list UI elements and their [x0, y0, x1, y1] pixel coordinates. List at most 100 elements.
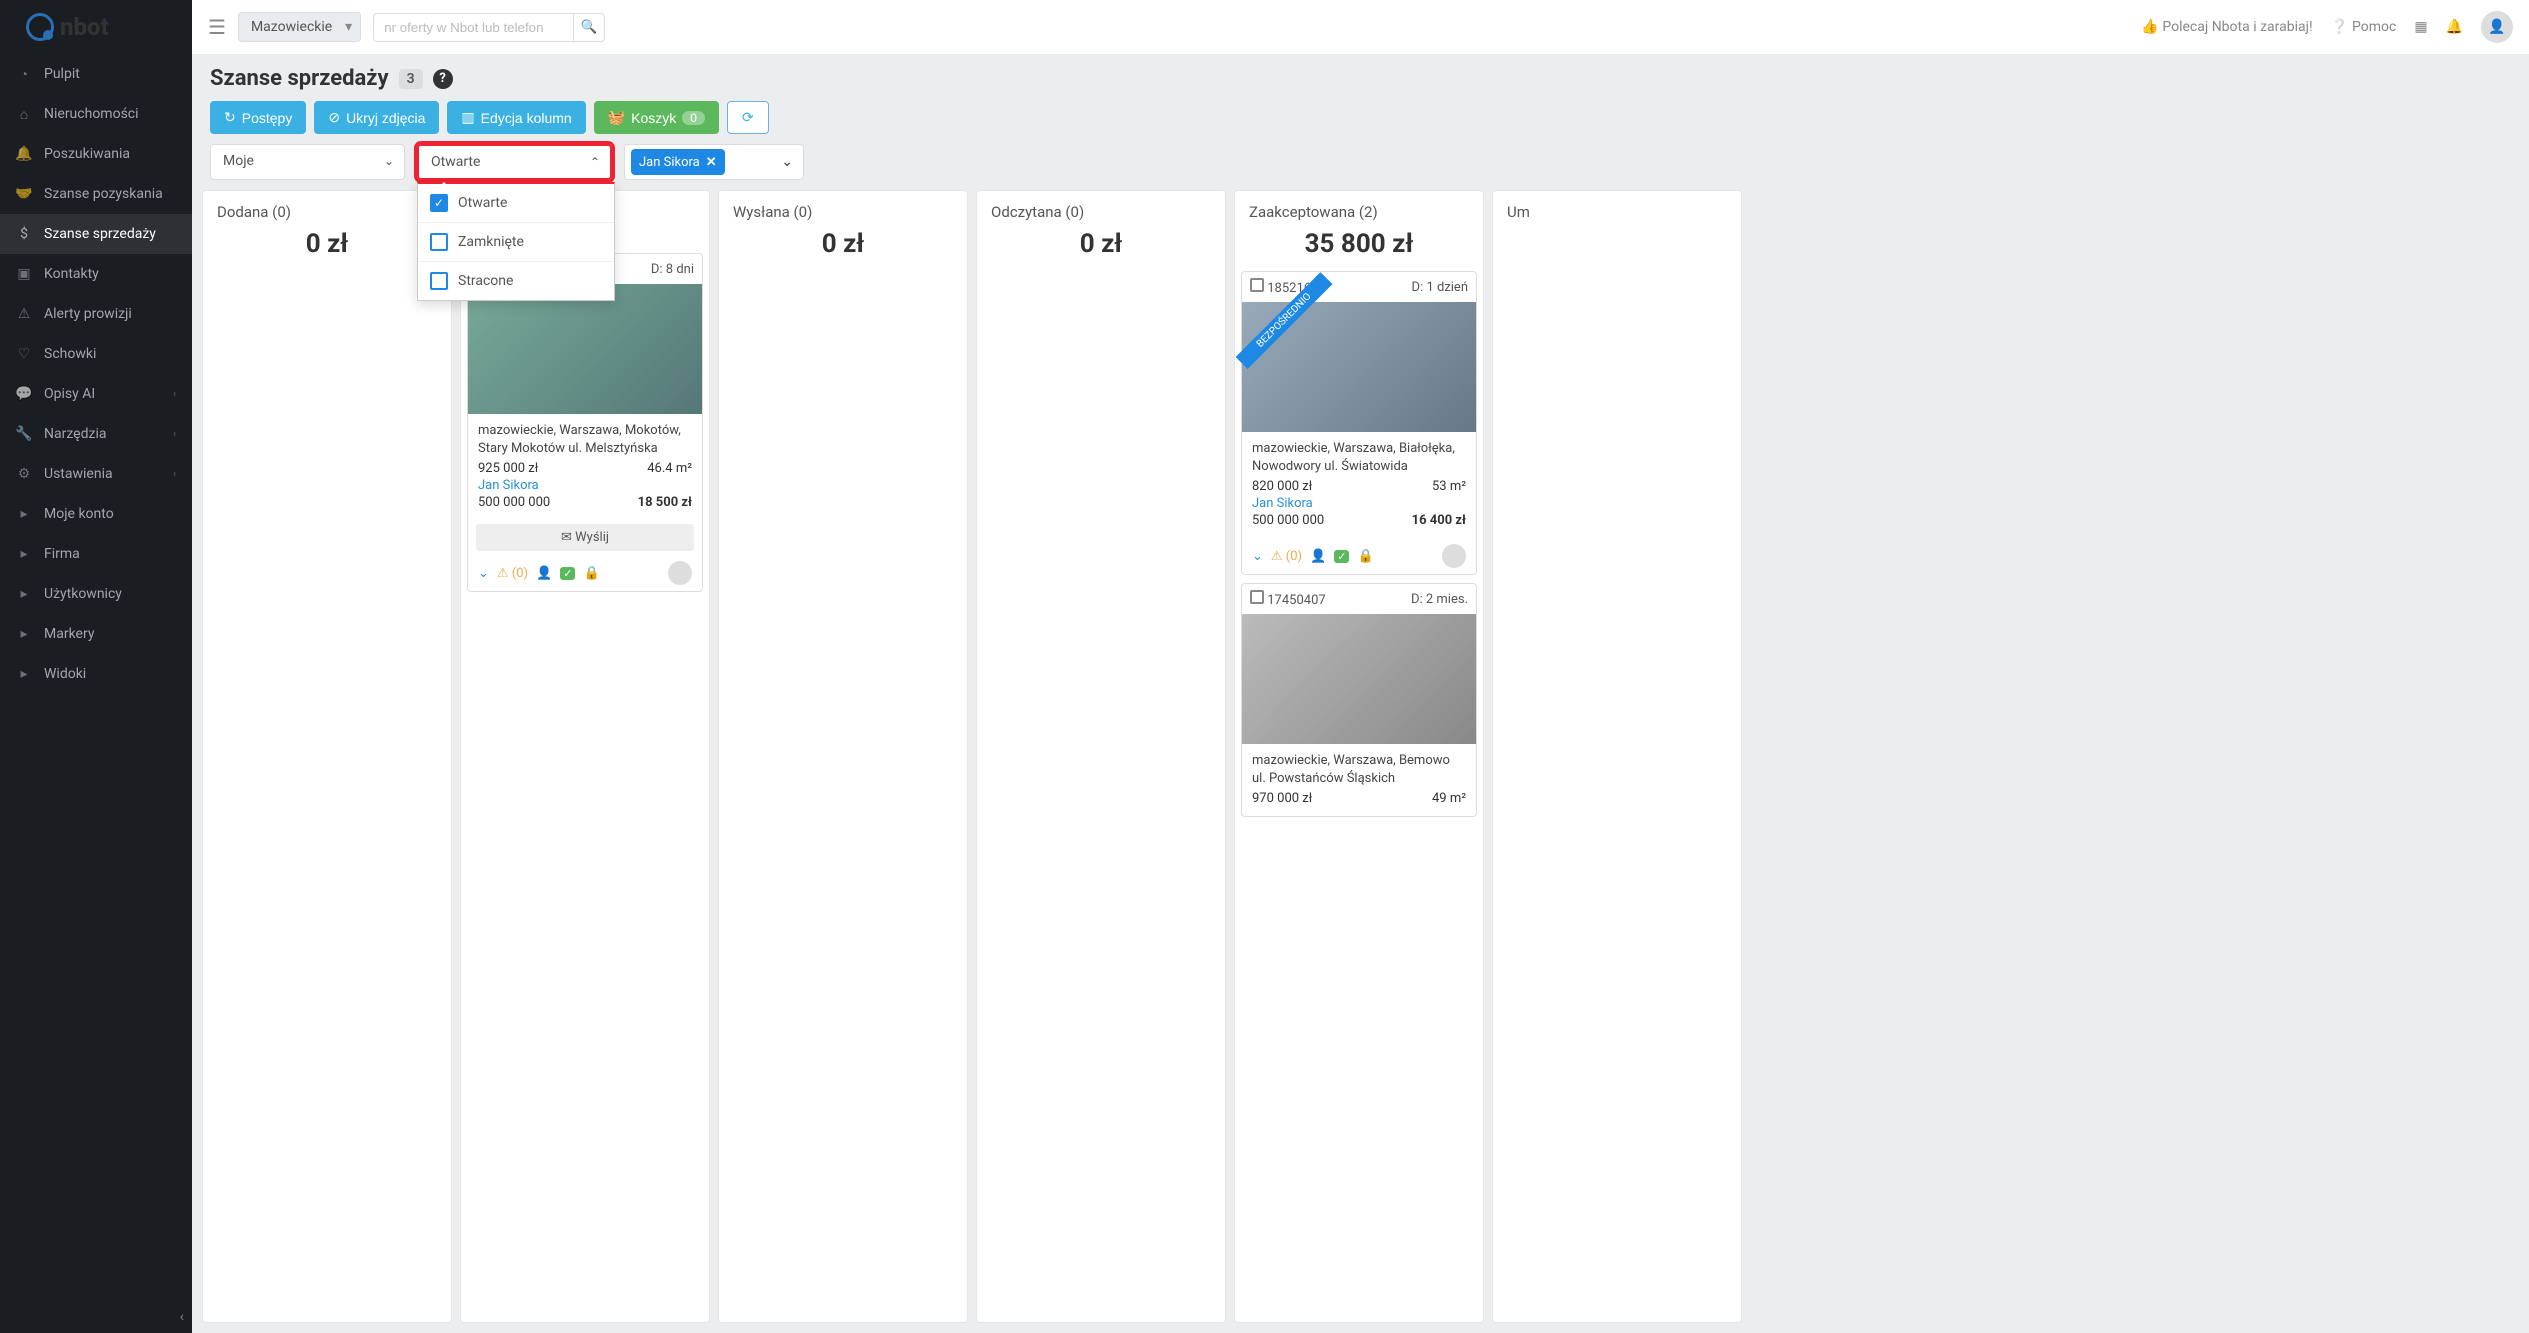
chevron-down-icon: ⌄ [781, 154, 793, 170]
calendar-icon[interactable]: ▦ [2414, 19, 2427, 35]
search-input[interactable] [373, 13, 573, 42]
hide-photos-button[interactable]: ⊘Ukryj zdjęcia [314, 101, 439, 134]
eye-off-icon: ⊘ [328, 109, 340, 126]
home-icon: ⌂ [16, 106, 32, 122]
chevron-left-icon: ‹ [173, 389, 176, 400]
wrench-icon: 🔧 [16, 426, 32, 442]
user-icon: 👤 [1310, 549, 1326, 564]
sidebar-item-moje-konto[interactable]: ▸Moje konto [0, 494, 192, 534]
sidebar-item-użytkownicy[interactable]: ▸Użytkownicy [0, 574, 192, 614]
column-title: Um [1507, 203, 1727, 221]
sidebar-collapse[interactable]: ‹ [180, 1309, 184, 1325]
card-id: 17450407 [1267, 593, 1325, 608]
topbar: nbot ☰ Mazowieckie 🔍 👍Polecaj Nbota i za… [192, 0, 2529, 54]
sidebar-item-label: Firma [44, 546, 80, 562]
card-location: mazowieckie, Warszawa, Mokotów, Stary Mo… [478, 422, 692, 457]
logo-icon [26, 13, 54, 41]
refer-link[interactable]: 👍Polecaj Nbota i zarabiaj! [2141, 19, 2313, 35]
card-age: D: 8 dni [651, 262, 694, 277]
sidebar-item-kontakty[interactable]: ▣Kontakty [0, 254, 192, 294]
option-label: Otwarte [458, 195, 507, 211]
card-image: BEZPOŚREDNIO [1242, 302, 1476, 432]
card-commission: 18 500 zł [638, 495, 692, 510]
caret-icon: ▸ [16, 506, 32, 522]
sidebar-item-narzędzia[interactable]: 🔧Narzędzia‹ [0, 414, 192, 454]
checkbox-icon [430, 272, 448, 290]
sidebar-item-nieruchomości[interactable]: ⌂Nieruchomości [0, 94, 192, 134]
sidebar-item-markery[interactable]: ▸Markery [0, 614, 192, 654]
listing-card[interactable]: D: 8 dni mazowieckie, Warszawa, Mokotów,… [467, 253, 703, 592]
status-filter[interactable]: Otwarte⌃ ✓OtwarteZamknięteStracone [417, 144, 612, 180]
chat-icon: 💬 [16, 386, 32, 402]
logo: nbot [26, 13, 109, 41]
scope-filter[interactable]: Moje⌄ [210, 144, 405, 180]
kanban-column: Zaakceptowana (2) 35 800 zł 18521605D: 1… [1234, 190, 1484, 1323]
card-area: 46.4 m² [647, 461, 692, 476]
cart-button[interactable]: 🧺Koszyk0 [594, 101, 719, 134]
sidebar-item-pulpit[interactable]: ◔Pulpit [0, 54, 192, 94]
bell-icon[interactable]: 🔔 [2446, 19, 2463, 35]
sidebar-item-widoki[interactable]: ▸Widoki [0, 654, 192, 694]
check-icon: ✓ [1334, 550, 1349, 563]
refresh-button[interactable]: ⟳ [727, 101, 769, 134]
sidebar-item-label: Widoki [44, 666, 86, 682]
card-image [1242, 614, 1476, 744]
sidebar-item-alerty-prowizji[interactable]: ⚠Alerty prowizji [0, 294, 192, 334]
chevron-down-icon[interactable]: ⌄ [1252, 549, 1263, 564]
sidebar-item-firma[interactable]: ▸Firma [0, 534, 192, 574]
heart-icon: ♡ [16, 346, 32, 362]
listing-card[interactable]: 18521605D: 1 dzień BEZPOŚREDNIO mazowiec… [1241, 271, 1477, 575]
sync-icon: ⟳ [742, 109, 754, 126]
card-commission: 16 400 zł [1412, 513, 1466, 528]
sidebar-item-schowki[interactable]: ♡Schowki [0, 334, 192, 374]
assignee-avatar[interactable] [668, 561, 692, 585]
sidebar-item-label: Szanse pozyskania [44, 186, 163, 202]
column-title: Zaakceptowana (2) [1249, 203, 1469, 221]
option-label: Stracone [458, 273, 513, 289]
user-avatar[interactable]: 👤 [2481, 11, 2513, 43]
thumbs-up-icon: 👍 [2141, 19, 2158, 35]
card-price: 925 000 zł [478, 461, 538, 476]
sidebar-item-poszukiwania[interactable]: 🔔Poszukiwania [0, 134, 192, 174]
column-title: Wysłana (0) [733, 203, 953, 221]
help-link[interactable]: ❔Pomoc [2331, 19, 2397, 35]
sidebar-item-label: Poszukiwania [44, 146, 130, 162]
columns-icon: ▥ [461, 109, 474, 126]
assignee-avatar[interactable] [1442, 544, 1466, 568]
card-area: 53 m² [1432, 479, 1466, 494]
page-help-icon[interactable]: ? [433, 69, 453, 89]
sidebar-item-ustawienia[interactable]: ⚙Ustawienia‹ [0, 454, 192, 494]
card-agent[interactable]: Jan Sikora [478, 478, 539, 493]
agent-chip: Jan Sikora ✕ [631, 149, 725, 175]
sidebar-item-label: Kontakty [44, 266, 99, 282]
card-location: mazowieckie, Warszawa, Białołęka, Nowodw… [1252, 440, 1466, 475]
sidebar-item-opisy-ai[interactable]: 💬Opisy AI‹ [0, 374, 192, 414]
edit-columns-button[interactable]: ▥Edycja kolumn [447, 101, 585, 134]
listing-card[interactable]: 17450407D: 2 mies. mazowieckie, Warszawa… [1241, 583, 1477, 817]
menu-toggle-icon[interactable]: ☰ [208, 15, 226, 39]
status-option-otwarte[interactable]: ✓Otwarte [418, 184, 614, 223]
kanban-column: Um [1492, 190, 1742, 1323]
card-agent[interactable]: Jan Sikora [1252, 496, 1313, 511]
card-price: 970 000 zł [1252, 791, 1312, 806]
sidebar-item-label: Pulpit [44, 66, 80, 82]
status-option-zamknięte[interactable]: Zamknięte [418, 223, 614, 262]
page-count-badge: 3 [399, 69, 423, 89]
kanban-column: Wysłana (0) 0 zł [718, 190, 968, 1323]
status-option-stracone[interactable]: Stracone [418, 262, 614, 300]
sidebar-item-szanse-sprzedaży[interactable]: $Szanse sprzedaży [0, 214, 192, 254]
sidebar-item-szanse-pozyskania[interactable]: 🤝 Szanse pozyskania [0, 174, 192, 214]
send-button[interactable]: ✉ Wyślij [476, 524, 694, 551]
progress-button[interactable]: ↻Postępy [210, 101, 306, 134]
card-select[interactable]: 17450407 [1250, 590, 1326, 608]
card-age: D: 2 mies. [1411, 592, 1468, 607]
sidebar-item-label: Ustawienia [44, 466, 113, 482]
region-select[interactable]: Mazowieckie [238, 12, 361, 42]
user-icon: 👤 [536, 566, 552, 581]
chevron-down-icon[interactable]: ⌄ [478, 566, 489, 581]
handshake-icon: 🤝 [16, 186, 32, 202]
warning-icon: ⚠ (0) [497, 566, 528, 581]
chip-remove-icon[interactable]: ✕ [706, 155, 717, 170]
search-button[interactable]: 🔍 [573, 13, 605, 42]
agent-filter[interactable]: Jan Sikora ✕ ⌄ [624, 144, 804, 180]
